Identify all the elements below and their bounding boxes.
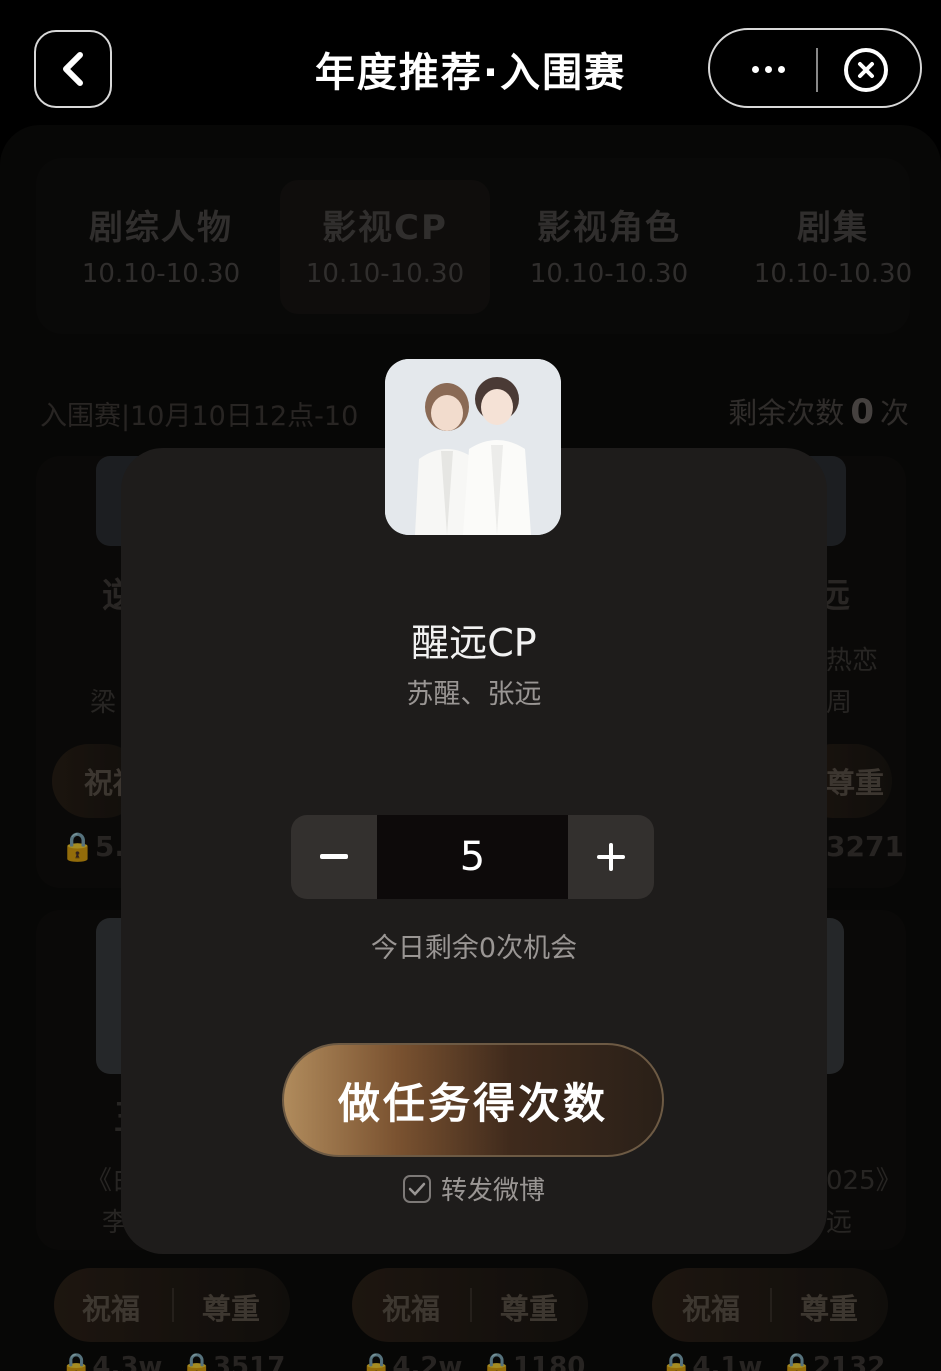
- plus-icon: [597, 843, 625, 871]
- minus-icon: [320, 854, 348, 859]
- header-bar: 年度推荐·入围赛: [0, 0, 941, 125]
- mini-program-capsule: [708, 28, 922, 108]
- today-remaining: 今日剩余0次机会: [370, 933, 578, 964]
- capsule-divider: [816, 48, 818, 92]
- vote-count-input[interactable]: 5: [377, 815, 568, 899]
- close-circle-icon[interactable]: [844, 48, 888, 92]
- more-dots-icon[interactable]: [748, 54, 788, 84]
- do-task-button[interactable]: 做任务得次数: [282, 1043, 664, 1157]
- share-label: 转发微博: [440, 1176, 545, 1206]
- nominee-avatar: [385, 359, 561, 535]
- share-weibo-option[interactable]: 转发微博: [121, 1170, 827, 1207]
- check-icon: [408, 1182, 426, 1196]
- decrement-button[interactable]: [291, 815, 377, 899]
- share-checkbox[interactable]: [402, 1174, 431, 1203]
- nominee-name: 醒远CP: [411, 621, 537, 665]
- increment-button[interactable]: [568, 815, 654, 899]
- nominee-members: 苏醒、张远: [406, 679, 542, 710]
- vote-count-stepper: 5: [291, 815, 654, 899]
